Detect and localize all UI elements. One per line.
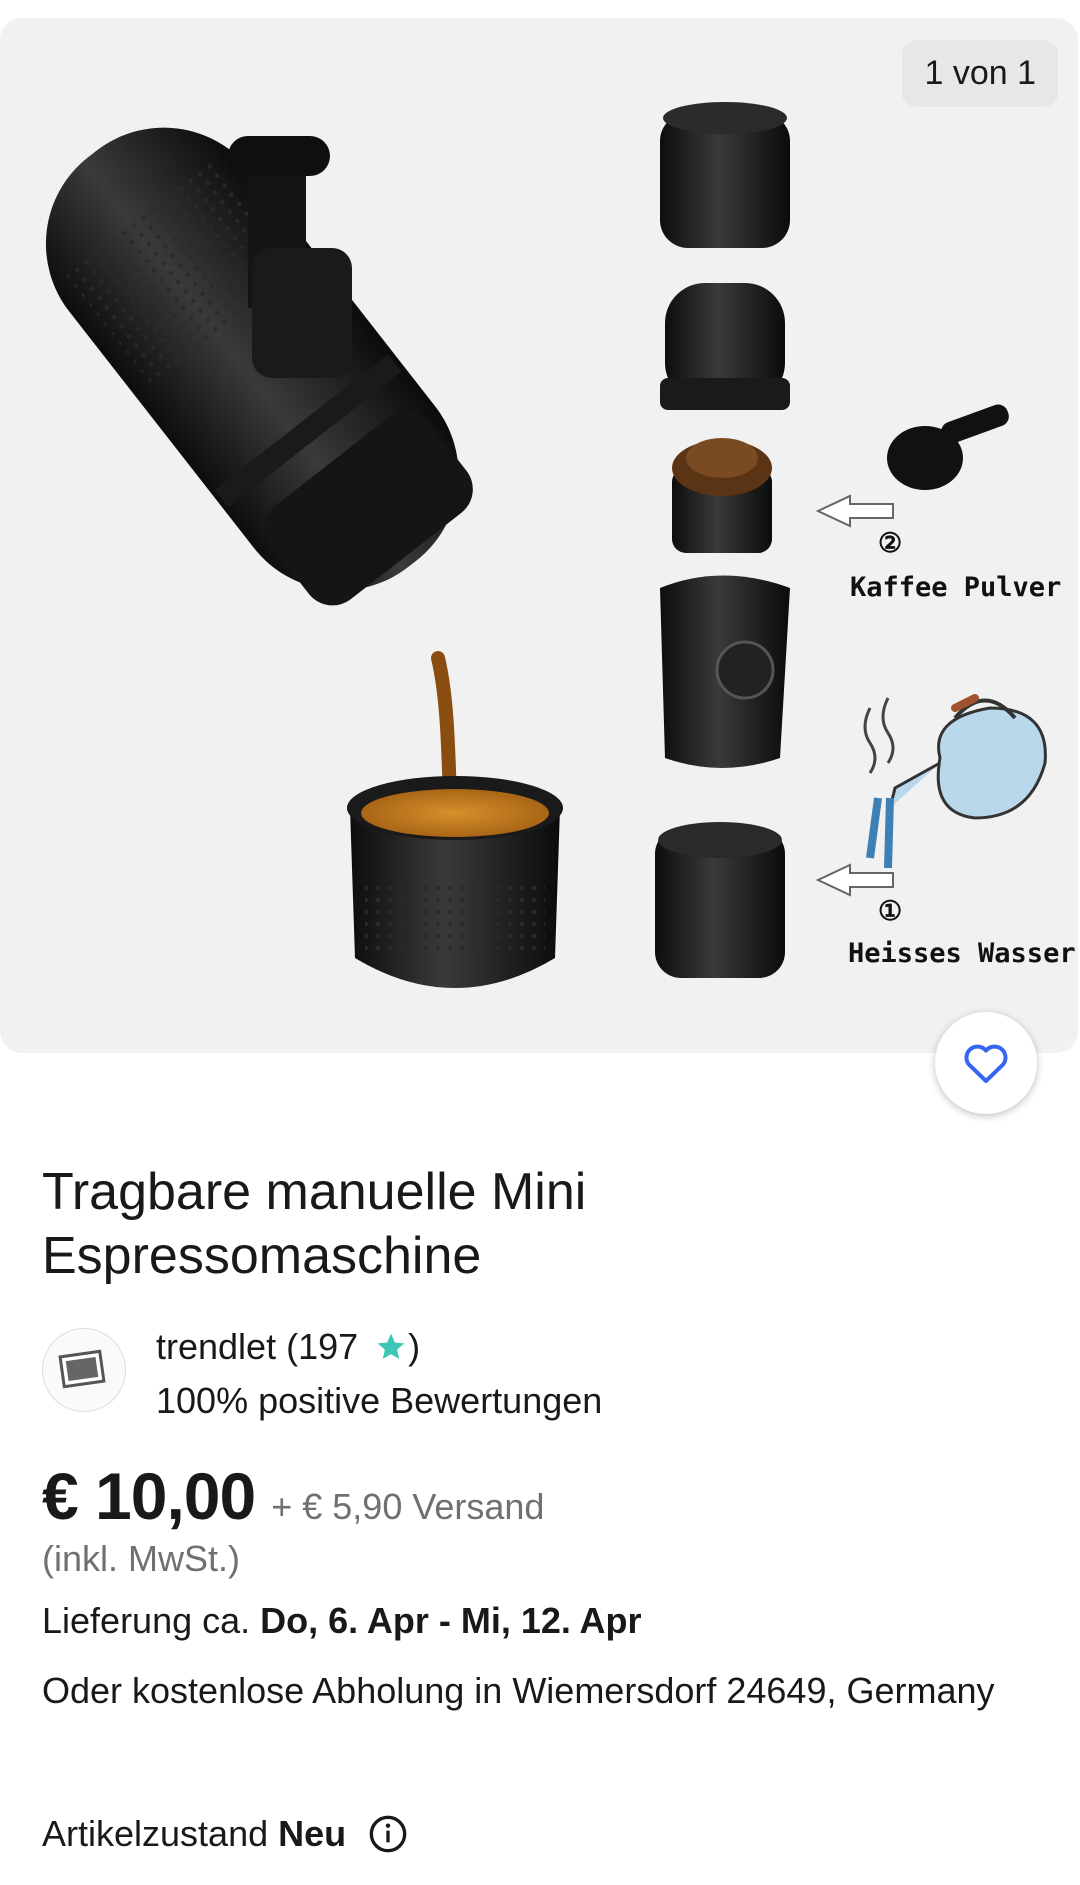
condition-label: Artikelzustand [42,1813,269,1854]
seller-info[interactable]: trendlet (197 ) 100% positive Bewertunge… [42,1326,602,1421]
seller-avatar[interactable] [42,1328,126,1412]
seller-name-text[interactable]: trendlet (197 [156,1326,358,1367]
product-image[interactable] [0,18,1078,1053]
seller-name-suffix: ) [408,1326,421,1367]
star-icon [377,1333,405,1359]
step-2-number: ② [878,528,903,559]
seller-name[interactable]: trendlet (197 ) [156,1320,602,1374]
step-2-label: Kaffee Pulver [850,572,1062,603]
info-icon[interactable] [368,1814,408,1854]
photo-placeholder-icon [58,1349,106,1389]
watchlist-button[interactable] [935,1012,1037,1114]
image-counter: 1 von 1 [902,40,1058,107]
seller-rating: 100% positive Bewertungen [156,1380,603,1421]
delivery-estimate: Lieferung ca. Do, 6. Apr - Mi, 12. Apr [42,1600,642,1642]
delivery-dates: Do, 6. Apr - Mi, 12. Apr [260,1600,642,1641]
tax-note: (inkl. MwSt.) [42,1538,240,1579]
price: € 10,00 [42,1459,256,1533]
heart-icon [964,1044,1008,1083]
pickup-info: Oder kostenlose Abholung in Wiemersdorf … [42,1670,995,1711]
step-1-label: Heisses Wasser [848,938,1076,969]
step-1-number: ① [878,896,903,927]
delivery-prefix: Lieferung ca. [42,1600,251,1641]
product-image-gallery[interactable]: ② Kaffee Pulver ① Heisses Wasser 1 von 1 [0,18,1078,1053]
condition-value: Neu [278,1813,347,1854]
price-row: € 10,00 + € 5,90 Versand [42,1458,544,1534]
shipping-cost: + € 5,90 Versand [271,1486,545,1527]
item-condition: Artikelzustand Neu [42,1813,408,1855]
product-title: Tragbare manuelle Mini Espressomaschine [42,1163,587,1285]
